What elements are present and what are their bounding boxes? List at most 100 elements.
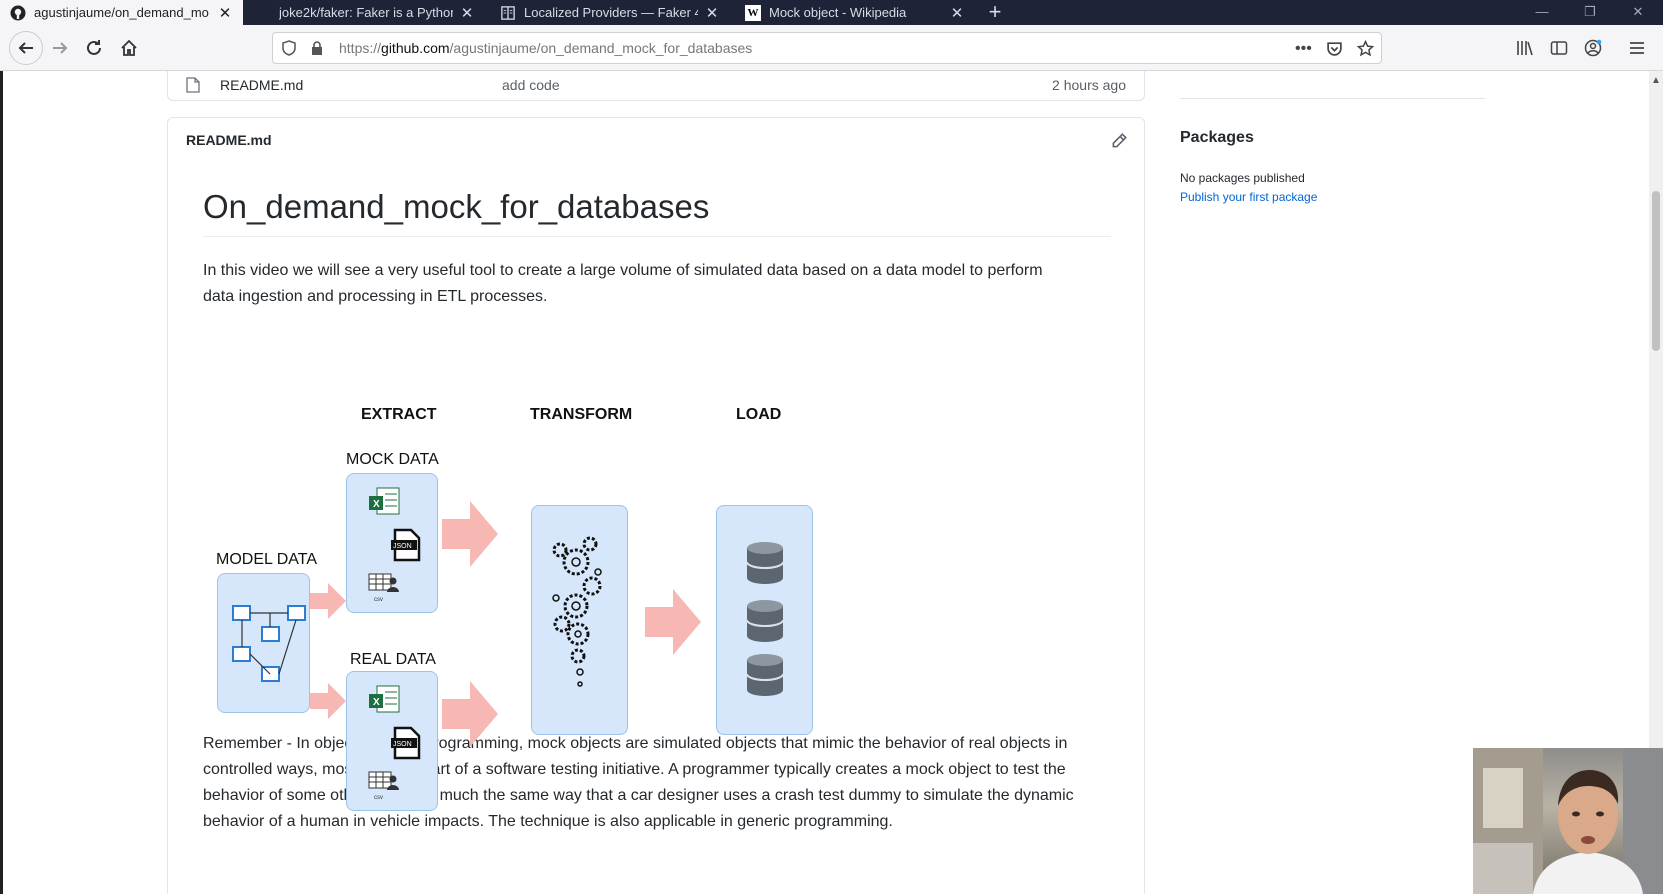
reload-button[interactable] xyxy=(79,33,109,63)
sidebar-toggle-icon[interactable] xyxy=(1550,39,1568,57)
url-text[interactable]: https://github.com/agustinjaume/on_deman… xyxy=(339,40,752,56)
load-box xyxy=(716,505,813,735)
presenter-video xyxy=(1473,748,1663,894)
mock-data-label: MOCK DATA xyxy=(346,451,439,468)
readme-intro: In this video we will see a very useful … xyxy=(203,262,1043,305)
transform-box xyxy=(531,505,628,735)
back-arrow-icon xyxy=(18,42,33,54)
account-icon[interactable] xyxy=(1584,39,1602,57)
mock-file-icons: X JSON csv xyxy=(368,487,421,603)
url-host: github.com xyxy=(381,40,450,56)
readme-header: README.md xyxy=(186,132,272,148)
url-path: /agustinjaume/on_demand_mock_for_databas… xyxy=(449,40,753,56)
home-icon xyxy=(121,39,137,56)
arrow-model-to-mock xyxy=(310,583,346,619)
tab-faker[interactable]: joke2k/faker: Faker is a Python ✕ xyxy=(245,0,485,25)
arrow-real-to-transform xyxy=(442,681,498,747)
forward-button[interactable] xyxy=(45,33,75,63)
bookmark-star-icon[interactable] xyxy=(1356,40,1374,57)
window-close-button[interactable]: ✕ xyxy=(1614,0,1662,25)
toolbar-right xyxy=(1516,39,1646,57)
json-file-icon: JSON xyxy=(391,726,421,760)
real-data-box: X JSON csv xyxy=(346,671,438,811)
mock-data-box: X JSON csv xyxy=(346,473,438,613)
reload-icon xyxy=(87,40,101,55)
no-packages-text: No packages published xyxy=(1180,171,1305,185)
readme-remember: Remember - In object-oriented programmin… xyxy=(203,735,1074,830)
readme-panel: README.md On_demand_mock_for_databases I… xyxy=(167,117,1145,894)
arrow-model-to-real xyxy=(310,683,346,719)
home-button[interactable] xyxy=(114,33,144,63)
close-icon[interactable]: ✕ xyxy=(217,4,233,22)
library-icon[interactable] xyxy=(1516,39,1534,57)
forward-arrow-icon xyxy=(53,42,68,54)
file-name-link[interactable]: README.md xyxy=(220,77,303,93)
close-icon[interactable]: ✕ xyxy=(949,4,965,22)
gears-icon xyxy=(552,536,602,687)
arrow-mock-to-transform xyxy=(442,501,498,567)
sidebar-divider xyxy=(1180,98,1485,99)
close-icon[interactable]: ✕ xyxy=(459,4,475,22)
json-file-icon: JSON xyxy=(391,528,421,562)
restore-button[interactable]: ❐ xyxy=(1566,0,1614,25)
csv-file-icon: csv xyxy=(368,771,399,801)
pocket-icon[interactable] xyxy=(1326,40,1343,57)
github-icon xyxy=(10,5,26,21)
real-file-icons: X JSON csv xyxy=(368,685,421,801)
url-prefix: https:// xyxy=(339,40,382,56)
pencil-icon[interactable] xyxy=(1110,132,1128,150)
databases-icon xyxy=(746,542,784,696)
tab-title: joke2k/faker: Faker is a Python xyxy=(279,5,453,20)
real-data-label: REAL DATA xyxy=(350,651,436,668)
readme-title: On_demand_mock_for_databases xyxy=(203,188,1111,237)
excel-badge: X xyxy=(373,499,380,510)
new-tab-button[interactable]: + xyxy=(982,0,1008,25)
tab-wikipedia[interactable]: W Mock object - Wikipedia ✕ xyxy=(735,0,975,25)
data-model-icon xyxy=(232,605,306,682)
more-actions-icon[interactable]: ••• xyxy=(1295,40,1312,58)
back-button[interactable] xyxy=(9,31,43,65)
tab-title: Mock object - Wikipedia xyxy=(769,5,907,20)
excel-icon: X xyxy=(369,685,400,713)
url-bar[interactable]: https://github.com/agustinjaume/on_deman… xyxy=(272,32,1382,64)
left-edge xyxy=(0,71,3,894)
close-icon[interactable]: ✕ xyxy=(704,4,720,22)
scrollbar-thumb[interactable] xyxy=(1652,191,1660,351)
publish-package-link[interactable]: Publish your first package xyxy=(1180,190,1317,204)
blank-icon xyxy=(255,5,271,21)
database-icon xyxy=(746,654,784,696)
tab-github[interactable]: agustinjaume/on_demand_mo ✕ xyxy=(0,0,243,25)
commit-message-link[interactable]: add code xyxy=(502,77,560,93)
navigation-toolbar: https://github.com/agustinjaume/on_deman… xyxy=(0,25,1663,71)
tab-localized-providers[interactable]: Localized Providers — Faker 4. ✕ xyxy=(490,0,730,25)
docs-icon xyxy=(500,5,516,21)
excel-icon: X xyxy=(369,487,400,515)
github-page: README.md add code 2 hours ago README.md… xyxy=(0,71,1663,894)
database-icon xyxy=(746,542,784,584)
webcam-overlay xyxy=(1473,748,1663,894)
packages-heading[interactable]: Packages xyxy=(1180,129,1254,147)
json-badge: JSON xyxy=(393,741,412,748)
file-icon xyxy=(186,77,200,93)
url-actions: ••• xyxy=(1295,40,1374,58)
wikipedia-icon: W xyxy=(745,4,761,21)
scroll-up-arrow-icon[interactable]: ▲ xyxy=(1651,75,1661,86)
database-icon xyxy=(746,600,784,642)
json-badge: JSON xyxy=(393,543,412,550)
csv-badge: csv xyxy=(374,597,383,603)
menu-icon[interactable] xyxy=(1628,39,1646,57)
csv-file-icon: csv xyxy=(368,573,399,603)
extract-label: EXTRACT xyxy=(361,406,437,423)
minimize-button[interactable]: — xyxy=(1518,0,1566,25)
arrow-transform-to-load xyxy=(645,589,701,655)
excel-badge: X xyxy=(373,697,380,708)
model-data-box xyxy=(217,573,310,713)
shield-icon[interactable] xyxy=(281,40,297,56)
tab-bar: agustinjaume/on_demand_mo ✕ joke2k/faker… xyxy=(0,0,1663,25)
csv-badge: csv xyxy=(374,795,383,801)
lock-icon[interactable] xyxy=(309,40,325,56)
model-data-label: MODEL DATA xyxy=(216,551,318,568)
commit-age: 2 hours ago xyxy=(1052,77,1126,93)
tab-title: agustinjaume/on_demand_mo xyxy=(34,5,209,20)
file-row[interactable]: README.md add code 2 hours ago xyxy=(167,71,1145,101)
